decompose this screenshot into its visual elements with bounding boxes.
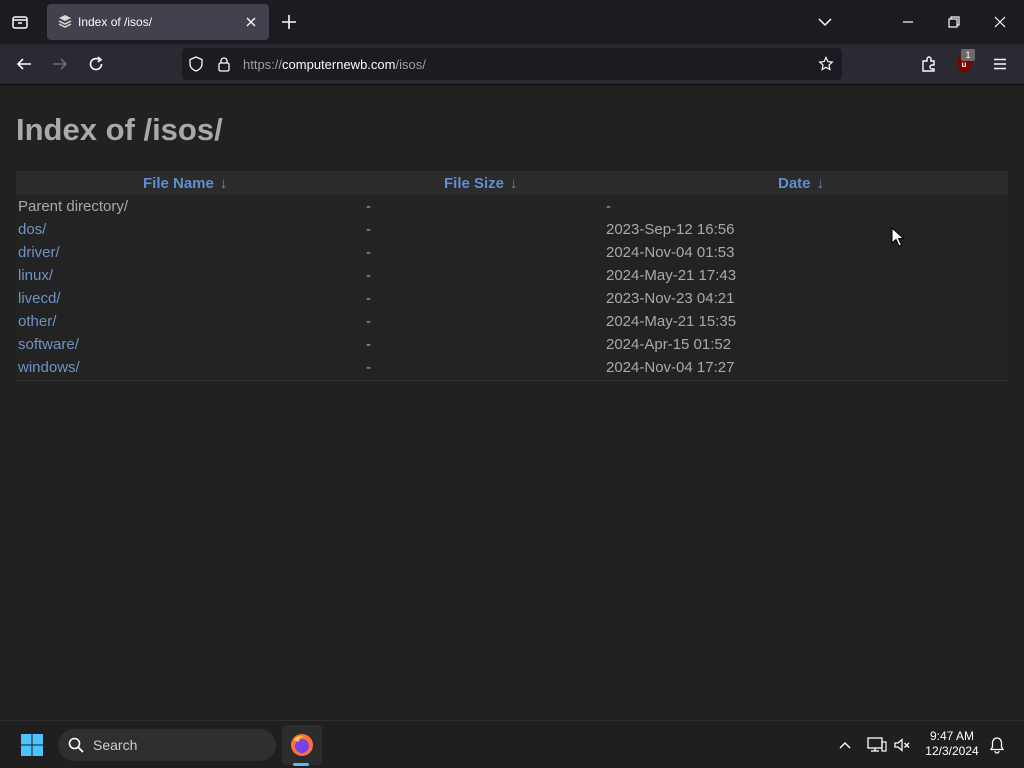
search-placeholder: Search <box>93 737 138 753</box>
table-row: driver/ - 2024-Nov-04 01:53 <box>16 242 1008 265</box>
date-cell: 2024-Nov-04 01:53 <box>606 244 735 261</box>
file-size-cell: - <box>366 290 371 307</box>
url-host: computernewb.com <box>282 57 396 72</box>
folder-link-driver[interactable]: driver/ <box>18 244 60 261</box>
windows-start-icon[interactable] <box>20 733 44 757</box>
taskbar-firefox-button[interactable] <box>282 725 322 765</box>
folder-link-dos[interactable]: dos/ <box>18 221 46 238</box>
tab-strip: Index of /isos/ <box>0 0 1024 44</box>
tab-title: Index of /isos/ <box>78 15 153 29</box>
file-size-cell: - <box>366 336 371 353</box>
date-cell: 2023-Sep-12 16:56 <box>606 221 735 238</box>
parent-directory-link[interactable]: Parent directory/ <box>18 198 128 215</box>
forward-arrow-icon[interactable] <box>51 55 69 73</box>
column-header-date: Date <box>778 175 811 192</box>
firefox-icon <box>291 734 313 756</box>
file-size-cell: - <box>366 198 371 215</box>
table-row: Parent directory/ - - <box>16 196 1008 219</box>
file-size-cell: - <box>366 221 371 238</box>
svg-text:u: u <box>962 60 967 69</box>
file-size-cell: - <box>366 359 371 376</box>
column-header-name: File Name <box>143 175 214 192</box>
folder-link-livecd[interactable]: livecd/ <box>18 290 61 307</box>
close-tab-icon[interactable] <box>243 14 259 30</box>
date-cell: - <box>606 198 611 215</box>
date-cell: 2024-May-21 17:43 <box>606 267 737 284</box>
sort-arrow-icon: ↓ <box>816 175 825 192</box>
active-app-indicator <box>293 763 309 766</box>
system-clock[interactable]: 9:47 AM 12/3/2024 <box>918 729 986 759</box>
folder-link-other[interactable]: other/ <box>18 313 56 330</box>
date-cell: 2024-May-21 15:35 <box>606 313 737 330</box>
date-cell: 2023-Nov-23 04:21 <box>606 290 735 307</box>
file-size-cell: - <box>366 244 371 261</box>
table-row: linux/ - 2024-May-21 17:43 <box>16 265 1008 288</box>
page-content: Index of /isos/ File Name ↓ File Size ↓ Da… <box>0 86 1024 720</box>
volume-muted-icon[interactable] <box>893 736 911 754</box>
url-bar[interactable]: https://computernewb.com/isos/ <box>182 48 842 80</box>
minimize-icon[interactable] <box>900 14 916 30</box>
table-row: dos/ - 2023-Sep-12 16:56 <box>16 219 1008 242</box>
chevron-down-icon[interactable] <box>817 14 833 30</box>
date-cell: 2024-Apr-15 01:52 <box>606 336 732 353</box>
table-row: other/ - 2024-May-21 15:35 <box>16 311 1008 334</box>
clock-time: 9:47 AM <box>929 729 975 743</box>
extensions-puzzle-icon[interactable] <box>920 55 938 73</box>
table-header: File Name ↓ File Size ↓ Date ↓ <box>16 171 1008 195</box>
new-tab-icon[interactable] <box>280 13 298 31</box>
clock-date: 12/3/2024 <box>925 744 979 758</box>
url-path: /isos/ <box>395 57 426 72</box>
table-row: windows/ - 2024-Nov-04 17:27 <box>16 357 1008 380</box>
file-size-cell: - <box>366 313 371 330</box>
active-tab[interactable]: Index of /isos/ <box>47 4 269 40</box>
folder-link-software[interactable]: software/ <box>18 336 79 353</box>
sort-by-date-link[interactable]: Date ↓ <box>778 175 824 192</box>
directory-listing-table: File Name ↓ File Size ↓ Date ↓ Parent direc… <box>16 171 1008 381</box>
sort-arrow-icon: ↓ <box>219 175 228 192</box>
reload-icon[interactable] <box>87 55 105 73</box>
table-row: software/ - 2024-Apr-15 01:52 <box>16 334 1008 357</box>
hamburger-menu-icon[interactable] <box>991 55 1009 73</box>
tab-list-icon[interactable] <box>8 10 32 34</box>
close-window-icon[interactable] <box>992 14 1008 30</box>
sort-by-name-link[interactable]: File Name ↓ <box>143 175 227 192</box>
tracking-protection-shield-icon[interactable] <box>188 56 204 72</box>
lock-icon[interactable] <box>216 56 232 72</box>
date-cell: 2024-Nov-04 17:27 <box>606 359 735 376</box>
bookmark-star-icon[interactable] <box>818 56 834 72</box>
url-text[interactable]: https://computernewb.com/isos/ <box>243 57 426 72</box>
folder-link-linux[interactable]: linux/ <box>18 267 53 284</box>
page-favicon-icon <box>58 15 72 28</box>
taskbar-search-box[interactable]: Search <box>58 729 276 761</box>
mouse-cursor-icon <box>891 227 905 247</box>
page-title: Index of /isos/ <box>16 112 223 147</box>
chevron-up-icon[interactable] <box>837 737 853 753</box>
sort-arrow-icon: ↓ <box>510 175 518 192</box>
restore-icon[interactable] <box>946 14 962 30</box>
sort-by-size-link[interactable]: File Size ↓ <box>444 175 518 192</box>
extension-badge: 1 <box>961 49 975 61</box>
folder-link-windows[interactable]: windows/ <box>18 359 80 376</box>
table-row: livecd/ - 2023-Nov-23 04:21 <box>16 288 1008 311</box>
url-scheme: https:// <box>243 57 283 72</box>
notification-bell-icon[interactable] <box>988 736 1006 754</box>
taskbar: Search 9:47 AM 12/3/2024 <box>0 720 1024 768</box>
column-header-size: File Size <box>444 175 505 192</box>
search-icon <box>68 737 84 753</box>
file-size-cell: - <box>366 267 371 284</box>
navigation-toolbar: https://computernewb.com/isos/ u 1 <box>0 44 1024 85</box>
back-arrow-icon[interactable] <box>15 55 33 73</box>
network-icon[interactable] <box>867 736 887 754</box>
